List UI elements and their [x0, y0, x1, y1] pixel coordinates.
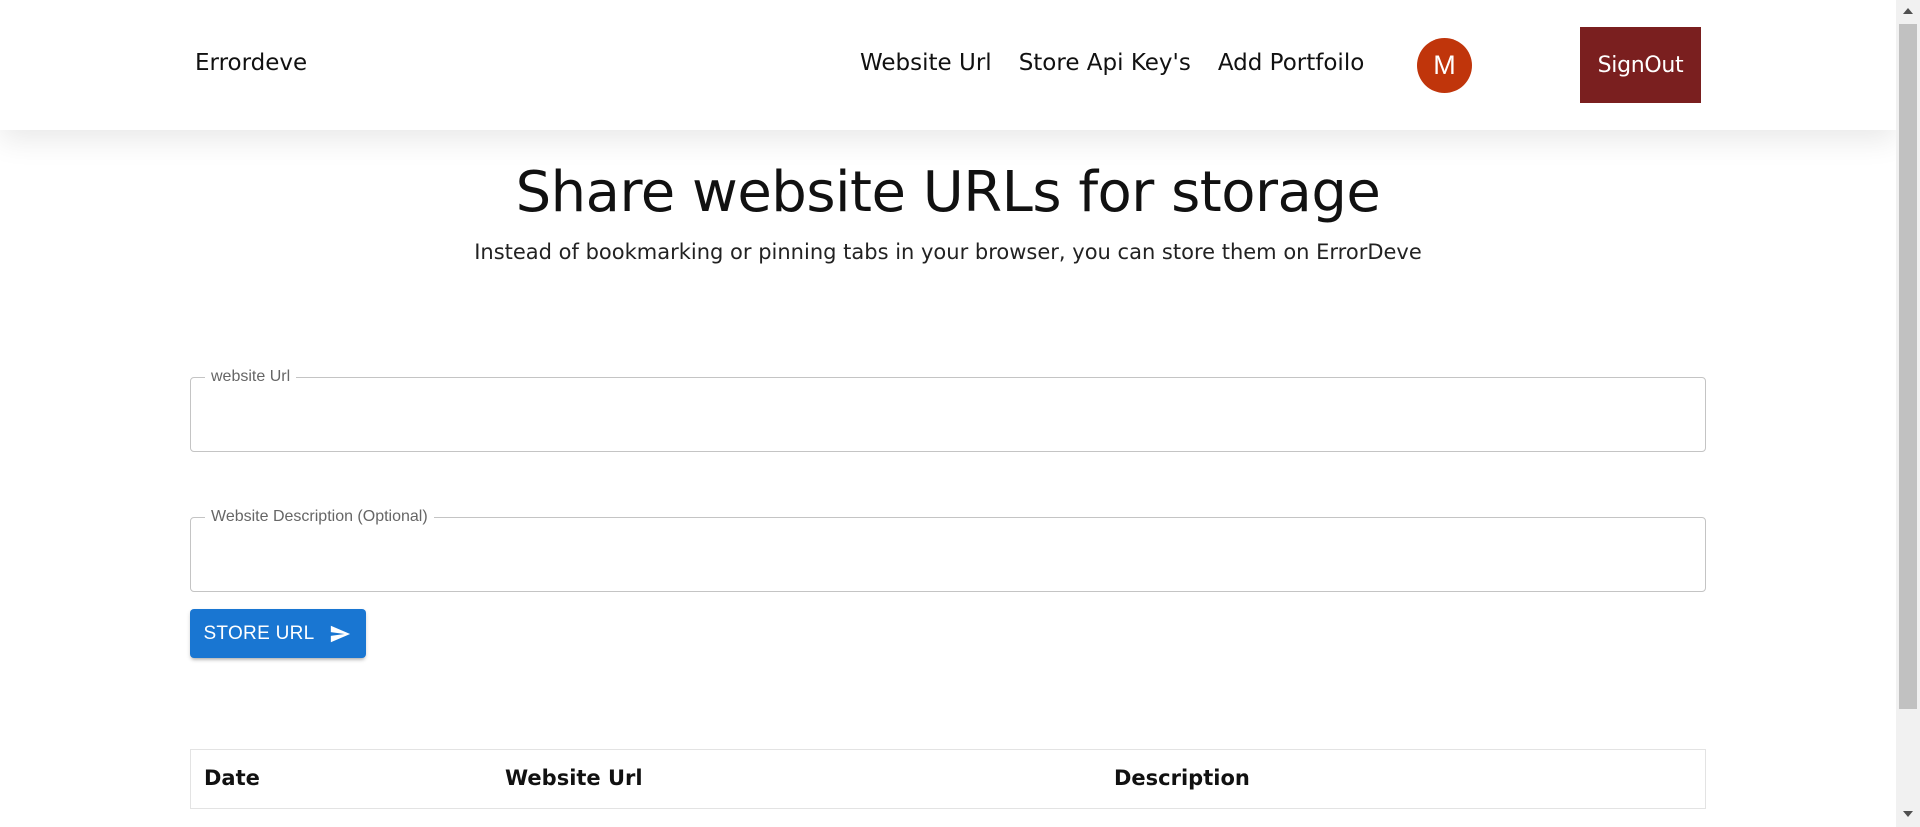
signout-button[interactable]: SignOut	[1580, 27, 1701, 103]
store-url-label: STORE URL	[203, 622, 315, 644]
website-url-field[interactable]: website Url	[190, 367, 1706, 452]
vertical-scrollbar[interactable]	[1896, 0, 1920, 827]
column-header-website-url[interactable]: Website Url	[505, 766, 643, 790]
user-avatar[interactable]: M	[1417, 38, 1472, 93]
store-url-button[interactable]: STORE URL	[190, 609, 366, 658]
scroll-down-arrow-icon[interactable]	[1903, 811, 1913, 817]
column-header-description[interactable]: Description	[1114, 766, 1250, 790]
table-header: Date Website Url Description	[190, 749, 1706, 809]
brand-logo[interactable]: Errordeve	[195, 50, 307, 76]
nav-link-store-api-keys[interactable]: Store Api Key's	[1019, 50, 1191, 76]
nav-link-website-url[interactable]: Website Url	[860, 50, 992, 76]
website-description-label: Website Description (Optional)	[205, 507, 434, 527]
website-description-input[interactable]	[205, 536, 1685, 574]
navbar: Errordeve Website Url Store Api Key's Ad…	[0, 0, 1896, 130]
scroll-thumb[interactable]	[1899, 24, 1917, 709]
website-url-input[interactable]	[205, 396, 1685, 434]
scroll-up-arrow-icon[interactable]	[1903, 8, 1913, 14]
page-title: Share website URLs for storage	[515, 160, 1381, 225]
page-subtitle: Instead of bookmarking or pinning tabs i…	[474, 240, 1422, 264]
website-url-label: website Url	[205, 367, 297, 387]
website-description-field[interactable]: Website Description (Optional)	[190, 507, 1706, 592]
send-icon	[327, 623, 353, 645]
column-header-date[interactable]: Date	[204, 766, 260, 790]
page: Errordeve Website Url Store Api Key's Ad…	[0, 0, 1920, 827]
nav-links: Website Url Store Api Key's Add Portfoil…	[860, 50, 1364, 76]
nav-link-add-portfolio[interactable]: Add Portfoilo	[1218, 50, 1364, 76]
